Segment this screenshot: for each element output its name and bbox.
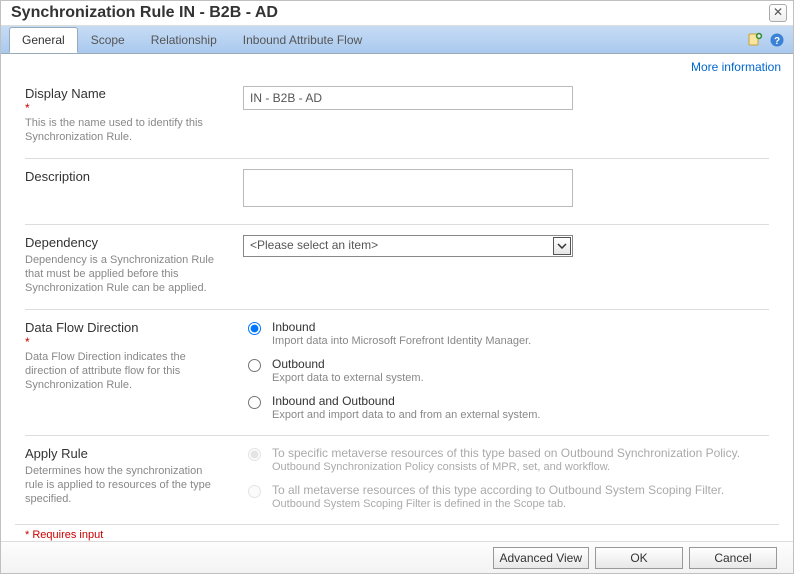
content-area: Display Name * This is the name used to …: [1, 74, 793, 524]
dependency-select[interactable]: <Please select an item>: [243, 235, 573, 257]
more-info-row: More information: [1, 54, 793, 74]
section-display-name: Display Name * This is the name used to …: [25, 76, 769, 159]
titlebar: Synchronization Rule IN - B2B - AD ✕: [1, 1, 793, 26]
flow-radio-outbound[interactable]: [248, 359, 261, 372]
display-name-desc: This is the name used to identify this S…: [25, 116, 223, 144]
flow-both-desc: Export and import data to and from an ex…: [272, 409, 540, 421]
description-label: Description: [25, 169, 223, 184]
apply-rule-label: Apply Rule: [25, 446, 223, 461]
apply-policy-desc: Outbound Synchronization Policy consists…: [272, 461, 740, 473]
close-icon: ✕: [773, 5, 783, 19]
apply-scoping-title: To all metaverse resources of this type …: [272, 483, 724, 497]
apply-option-policy: To specific metaverse resources of this …: [243, 446, 769, 473]
tab-relationship[interactable]: Relationship: [138, 27, 230, 52]
data-flow-label: Data Flow Direction: [25, 320, 223, 335]
flow-outbound-desc: Export data to external system.: [272, 372, 424, 384]
flow-outbound-title: Outbound: [272, 357, 424, 371]
ok-button[interactable]: OK: [595, 547, 683, 569]
flow-option-both[interactable]: Inbound and Outbound Export and import d…: [243, 394, 769, 421]
section-data-flow: Data Flow Direction * Data Flow Directio…: [25, 310, 769, 436]
tab-inbound-attribute-flow[interactable]: Inbound Attribute Flow: [230, 27, 375, 52]
tab-scope[interactable]: Scope: [78, 27, 138, 52]
dialog: Synchronization Rule IN - B2B - AD ✕ Gen…: [0, 0, 794, 574]
apply-radio-scoping: [248, 485, 261, 498]
dependency-select-value: <Please select an item>: [243, 235, 573, 257]
apply-radio-policy: [248, 448, 261, 461]
tabbar-actions: ?: [747, 32, 785, 48]
required-marker: *: [25, 103, 223, 113]
display-name-input[interactable]: [243, 86, 573, 110]
required-marker: *: [25, 337, 223, 347]
more-information-link[interactable]: More information: [691, 60, 781, 74]
tab-general[interactable]: General: [9, 27, 78, 53]
tab-bar: General Scope Relationship Inbound Attri…: [1, 26, 793, 54]
flow-inbound-desc: Import data into Microsoft Forefront Ide…: [272, 335, 531, 347]
section-dependency: Dependency Dependency is a Synchronizati…: [25, 225, 769, 310]
chevron-down-icon: [553, 237, 571, 255]
flow-option-inbound[interactable]: Inbound Import data into Microsoft Foref…: [243, 320, 769, 347]
apply-policy-title: To specific metaverse resources of this …: [272, 446, 740, 460]
data-flow-desc: Data Flow Direction indicates the direct…: [25, 350, 223, 392]
svg-text:?: ?: [774, 36, 780, 47]
flow-radio-both[interactable]: [248, 396, 261, 409]
dependency-desc: Dependency is a Synchronization Rule tha…: [25, 253, 223, 295]
close-button[interactable]: ✕: [769, 4, 787, 22]
footer: Advanced View OK Cancel: [1, 541, 793, 573]
flow-inbound-title: Inbound: [272, 320, 531, 334]
add-icon[interactable]: [747, 32, 763, 48]
section-description: Description: [25, 159, 769, 225]
flow-both-title: Inbound and Outbound: [272, 394, 540, 408]
dialog-title: Synchronization Rule IN - B2B - AD: [11, 4, 278, 22]
description-input[interactable]: [243, 169, 573, 207]
apply-scoping-desc: Outbound System Scoping Filter is define…: [272, 498, 724, 510]
flow-radio-inbound[interactable]: [248, 322, 261, 335]
flow-option-outbound[interactable]: Outbound Export data to external system.: [243, 357, 769, 384]
section-apply-rule: Apply Rule Determines how the synchroniz…: [25, 436, 769, 524]
advanced-view-button[interactable]: Advanced View: [493, 547, 590, 569]
cancel-button[interactable]: Cancel: [689, 547, 777, 569]
dependency-label: Dependency: [25, 235, 223, 250]
apply-option-scoping: To all metaverse resources of this type …: [243, 483, 769, 510]
help-icon[interactable]: ?: [769, 32, 785, 48]
apply-rule-desc: Determines how the synchronization rule …: [25, 464, 223, 506]
display-name-label: Display Name: [25, 86, 223, 101]
